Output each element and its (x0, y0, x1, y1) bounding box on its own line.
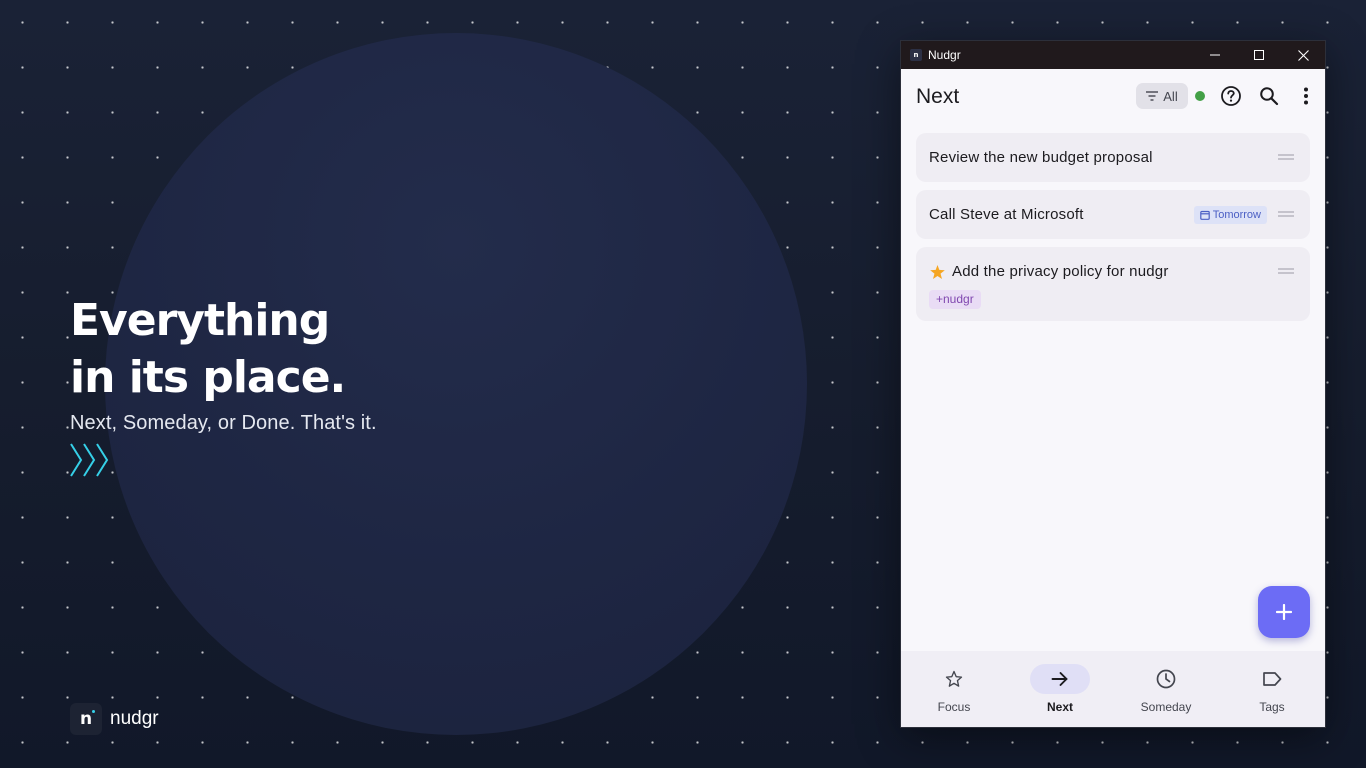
brand: n nudgr (70, 703, 159, 735)
task-card[interactable]: Call Steve at Microsoft Tomorrow (916, 190, 1310, 239)
filter-button[interactable]: All (1136, 83, 1188, 109)
due-date-badge: Tomorrow (1193, 206, 1267, 224)
drag-handle-icon[interactable] (1278, 268, 1294, 274)
drag-handle-icon[interactable] (1278, 154, 1294, 160)
minimize-button[interactable] (1193, 41, 1237, 69)
task-card[interactable]: Add the privacy policy for nudgr +nudgr (916, 247, 1310, 321)
brand-name: nudgr (110, 708, 159, 729)
nav-label: Next (1046, 700, 1073, 714)
calendar-icon (1199, 210, 1210, 220)
more-vert-icon (1304, 87, 1308, 105)
chevrons-icon (70, 443, 430, 477)
hero-title-line2: in its place. (70, 352, 346, 403)
nav-label: Someday (1140, 700, 1192, 714)
app-bar: Next All (901, 69, 1325, 125)
task-list: Review the new budget proposal Call Stev… (901, 125, 1325, 321)
search-button[interactable] (1257, 84, 1281, 108)
star-icon (945, 670, 963, 687)
plus-icon (1276, 604, 1292, 620)
maximize-button[interactable] (1237, 41, 1281, 69)
star-icon (930, 265, 945, 279)
help-button[interactable] (1219, 84, 1243, 108)
task-card[interactable]: Review the new budget proposal (916, 133, 1310, 182)
close-button[interactable] (1281, 41, 1325, 69)
nav-item-focus[interactable]: Focus (901, 651, 1007, 727)
nav-label: Tags (1259, 700, 1285, 714)
drag-handle-icon[interactable] (1278, 211, 1294, 217)
sync-status-indicator (1195, 91, 1205, 101)
filter-icon (1146, 91, 1159, 101)
task-title: Add the privacy policy for nudgr (952, 263, 1169, 280)
nav-pill (924, 664, 984, 694)
hero-title-line1: Everything (70, 295, 330, 346)
nav-pill (1136, 664, 1196, 694)
app-icon: n (910, 49, 922, 61)
nav-pill-active (1030, 664, 1090, 694)
task-title: Review the new budget proposal (929, 149, 1153, 166)
window-controls (1193, 41, 1325, 69)
nav-label: Focus (937, 700, 971, 714)
close-icon (1297, 49, 1309, 61)
add-task-button[interactable] (1258, 586, 1310, 638)
more-options-button[interactable] (1294, 84, 1318, 108)
app-window: n Nudgr Next All Review the new budget p… (900, 40, 1326, 728)
maximize-icon (1254, 50, 1264, 60)
clock-icon (1156, 669, 1176, 689)
task-title: Call Steve at Microsoft (929, 206, 1084, 223)
filter-label: All (1163, 88, 1178, 104)
app-icon-letter: n (913, 51, 919, 59)
nav-item-tags[interactable]: Tags (1219, 651, 1325, 727)
nav-pill (1242, 664, 1302, 694)
minimize-icon (1210, 54, 1220, 56)
bottom-navigation: Focus Next Someday Tags (901, 651, 1325, 727)
brand-logo-letter: n (79, 709, 93, 729)
page-title: Next (916, 85, 960, 108)
nav-item-next[interactable]: Next (1007, 651, 1113, 727)
search-icon (1260, 87, 1279, 106)
hero-subtitle: Next, Someday, or Done. That's it. (70, 412, 377, 434)
hero-title: Everything in its place. (70, 292, 430, 406)
arrow-right-icon (1051, 672, 1068, 686)
brand-logo-icon: n (70, 703, 102, 735)
help-icon (1221, 86, 1241, 106)
title-bar[interactable]: n Nudgr (901, 41, 1325, 69)
tag-chip[interactable]: +nudgr (929, 290, 981, 309)
nav-item-someday[interactable]: Someday (1113, 651, 1219, 727)
due-date-label: Tomorrow (1212, 209, 1261, 221)
hero: Everything in its place. Next, Someday, … (70, 292, 430, 477)
tag-icon (1263, 672, 1282, 686)
window-title: Nudgr (928, 48, 961, 62)
